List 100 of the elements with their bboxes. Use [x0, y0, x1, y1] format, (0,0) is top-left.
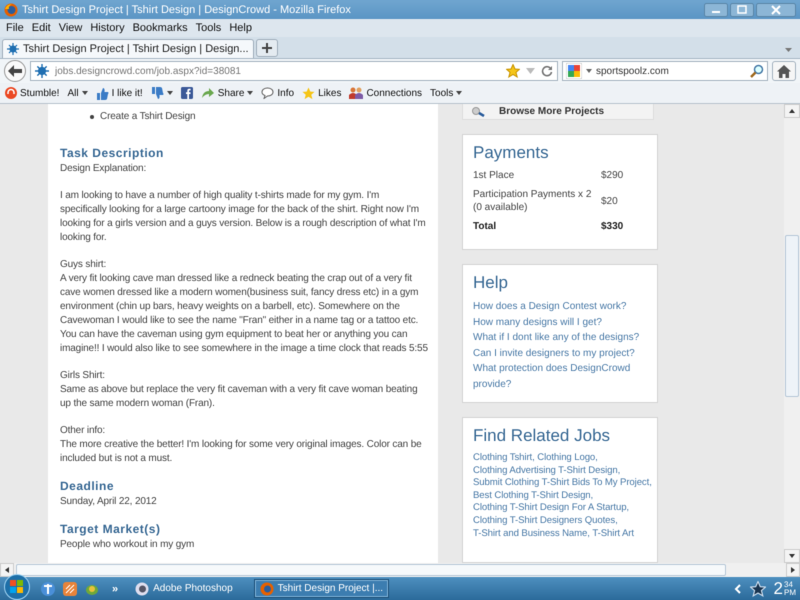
menu-item[interactable]: Bookmarks [128, 22, 192, 34]
card-title: Payments [473, 143, 550, 163]
caret-icon [247, 91, 254, 95]
window-title: Tshirt Design Project | Tshirt Design | DesignCrowd - Mozilla Firefox [22, 4, 352, 16]
share-arrow-icon [200, 87, 215, 99]
star-icon [302, 86, 316, 100]
menu-item[interactable]: Help [225, 22, 256, 34]
related-job-link[interactable]: Clothing Logo, [537, 452, 598, 463]
section-heading: Target Market(s) [60, 522, 162, 536]
minimize-icon[interactable] [704, 2, 728, 16]
chevron-icon[interactable] [734, 584, 742, 594]
search-engine-icon[interactable] [566, 63, 582, 79]
payment-amount: $20 [601, 194, 618, 208]
related-job-link[interactable]: Clothing T-Shirt Designers Quotes, [473, 514, 618, 526]
address-field[interactable]: jobs.designcrowd.com/job.aspx?id=38081 [30, 61, 558, 81]
menu-item[interactable]: View [54, 22, 86, 34]
home-icon [777, 64, 791, 78]
toolbar-button[interactable]: All [64, 88, 91, 98]
body-text: Guys shirt: [60, 258, 108, 272]
caret-icon[interactable] [586, 69, 592, 73]
horizontal-scrollbar[interactable] [0, 563, 800, 577]
help-link[interactable]: What if I dont like any of the designs? [473, 330, 647, 346]
new-tab-button[interactable] [256, 39, 278, 57]
search-field[interactable]: sportspoolz.com [562, 61, 768, 81]
browse-projects-button[interactable]: Browse More Projects [462, 104, 654, 120]
related-job-link[interactable]: Best Clothing T-Shirt Design, [473, 490, 594, 501]
home-button[interactable] [772, 61, 796, 81]
body-text: A very fit looking cave man dressed like a redneck beating the crap out of a very fit cave women dressed like a modern women(business suit, fancy dress etc) in a gym environment (chin up bars, heavy weights on a barbell, etc). Somewhere on the Cavewoman I would like to see the name "Fran" either in a name tag or a tattoo etc. You can have the caveman using gym equipment to beat her or anything you can imagine!! I would also like to see somewhere in the image a time clock that reads 5:55 [60, 272, 428, 356]
people-icon [349, 87, 364, 99]
help-link[interactable]: How does a Design Contest work? [473, 299, 647, 314]
body-text: Other info: [60, 424, 106, 438]
toolbar-button[interactable]: Share [198, 87, 256, 99]
scroll-right-icon[interactable] [786, 563, 800, 577]
taskbar-window-button[interactable]: Tshirt Design Project |... [254, 579, 390, 598]
site-icon [7, 43, 19, 55]
bullet-text: Create a Tshirt Design [100, 110, 196, 124]
related-job-link[interactable]: Clothing Advertising T-Shirt Design, [473, 464, 620, 476]
toolbar-button[interactable]: Stumble! [2, 87, 62, 99]
plus-icon [262, 43, 272, 53]
taskbar-window-button[interactable]: Adobe Photoshop [130, 579, 238, 598]
related-job-link[interactable]: Submit Clothing T-Shirt Bids To My Project, [473, 477, 652, 488]
toolbar-button[interactable]: Likes [299, 86, 344, 100]
caret-icon [166, 91, 173, 95]
back-button[interactable] [4, 60, 26, 82]
stumble-icon [5, 87, 17, 99]
payment-note: (0 available) [473, 201, 528, 214]
scroll-left-icon[interactable] [0, 563, 14, 577]
back-arrow-icon [8, 65, 22, 77]
help-link[interactable]: How many designs will I get? [473, 314, 647, 330]
scroll-up-icon[interactable] [784, 104, 800, 118]
related-job-link[interactable]: T-Shirt Art [592, 528, 634, 539]
reload-icon[interactable] [541, 65, 553, 77]
more-button[interactable]: » [112, 582, 118, 594]
app-icon[interactable] [62, 580, 78, 596]
toolbar-button[interactable]: Tools [427, 88, 466, 98]
section-heading: Task Description [60, 146, 165, 160]
body-text: I am looking to have a number of high quality t-shirts made for my gym. I'm specifically looking for a large cartoony image for the back of the shirt. Right now I'm looking for a girls version and a guys version. Below is a rough description of what I'm looking for. [60, 189, 427, 245]
related-job-link[interactable]: Clothing Tshirt, [473, 452, 535, 463]
caret-icon [82, 91, 88, 95]
section-heading: Deadline [60, 479, 116, 493]
card-title: Help [473, 273, 509, 293]
body-text: People who workout in my gym [60, 538, 196, 552]
payment-label: Participation Payments x 2 [473, 188, 592, 201]
facebook-icon [180, 87, 193, 99]
payment-label: 1st Place [473, 169, 516, 182]
menu-item[interactable]: File [2, 22, 28, 34]
toolbar-button[interactable]: Info [258, 87, 298, 99]
toolbar-button[interactable]: I like it! [92, 86, 146, 100]
thumbs-down-icon [150, 86, 164, 100]
payment-amount: $330 [601, 220, 624, 233]
app-icon [135, 582, 150, 596]
star-icon[interactable] [506, 64, 520, 78]
body-text: Design Explanation: [60, 162, 148, 176]
close-icon[interactable] [756, 2, 796, 16]
caret-icon[interactable] [785, 48, 792, 52]
magnifier-icon [471, 106, 487, 116]
scroll-down-icon[interactable] [784, 549, 800, 563]
thumbs-up-icon [96, 86, 109, 100]
body-text: The more creative the better! I'm looking for some very original images. Color can be included but is not a must. [60, 438, 423, 466]
vertical-scrollbar[interactable] [784, 104, 800, 563]
related-job-link[interactable]: Clothing T-Shirt Design For A Startup, [473, 502, 629, 514]
toolbar-button[interactable]: Connections [346, 87, 426, 99]
menu-item[interactable]: Edit [28, 22, 55, 34]
speech-bubble-icon [261, 87, 274, 99]
help-link[interactable]: What protection does DesignCrowd provide? [473, 361, 647, 392]
bullet-icon [90, 115, 94, 119]
related-job-link[interactable]: T-Shirt and Business Name, [473, 528, 590, 539]
search-icon[interactable] [750, 64, 764, 78]
site-icon [35, 64, 49, 78]
payment-amount: $290 [601, 169, 624, 182]
body-text: Girls Shirt: [60, 369, 106, 383]
help-link[interactable]: Can I invite designers to my project? [473, 346, 647, 361]
maximize-icon[interactable] [730, 2, 754, 16]
caret-icon [456, 91, 462, 95]
browser-tab[interactable]: Tshirt Design Project | Tshirt Design | Design... [2, 39, 254, 58]
firefox-icon [4, 2, 18, 16]
card-title: Find Related Jobs [473, 426, 612, 446]
app-icon [260, 582, 274, 596]
menu-item[interactable]: Tools [192, 22, 226, 34]
menu-item[interactable]: History [86, 22, 129, 34]
